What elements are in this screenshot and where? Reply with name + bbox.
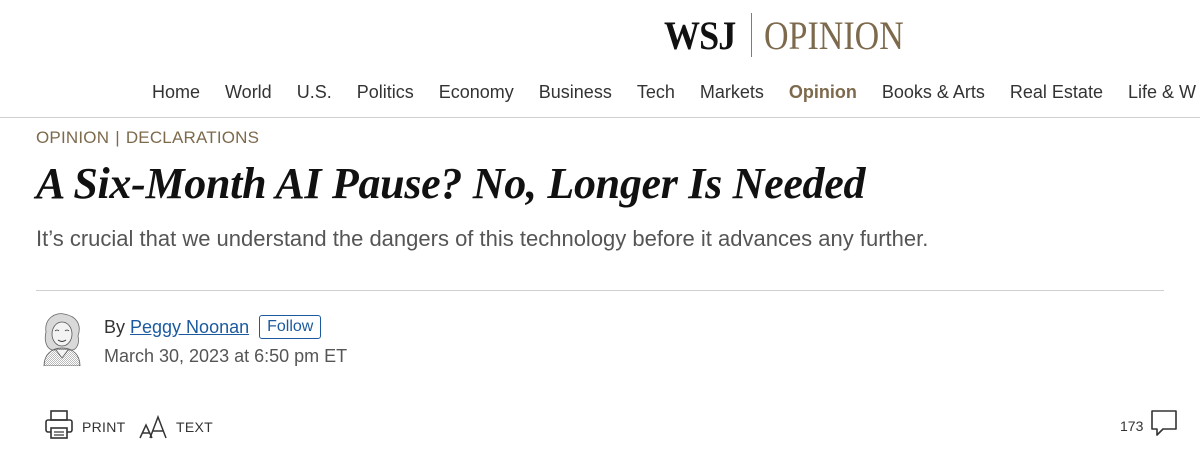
text-size-label: TEXT bbox=[176, 419, 213, 435]
follow-button[interactable]: Follow bbox=[259, 315, 322, 339]
nav-item-real-estate[interactable]: Real Estate bbox=[1010, 78, 1103, 106]
byline-divider bbox=[36, 290, 1164, 291]
print-label: PRINT bbox=[82, 419, 126, 435]
nav-item-tech[interactable]: Tech bbox=[637, 78, 675, 106]
print-button[interactable]: PRINT bbox=[44, 409, 126, 446]
nav-item-life-work[interactable]: Life & W bbox=[1128, 78, 1196, 106]
article-kicker: OPINION | DECLARATIONS bbox=[36, 128, 259, 148]
publish-date: March 30, 2023 at 6:50 pm ET bbox=[104, 346, 348, 366]
article-headline: A Six-Month AI Pause? No, Longer Is Need… bbox=[36, 159, 866, 208]
nav-divider bbox=[0, 117, 1200, 118]
comment-bubble-icon bbox=[1149, 408, 1179, 443]
author-link[interactable]: Peggy Noonan bbox=[130, 317, 249, 338]
nav-item-us[interactable]: U.S. bbox=[297, 78, 332, 106]
text-size-button[interactable]: TEXT bbox=[138, 410, 213, 444]
kicker-column-link[interactable]: DECLARATIONS bbox=[126, 128, 259, 147]
byline-prefix: By bbox=[104, 316, 126, 337]
wsj-logo[interactable]: WSJ bbox=[664, 12, 736, 59]
comments-button[interactable]: 173 bbox=[1120, 408, 1179, 443]
article-dek: It’s crucial that we understand the dang… bbox=[36, 226, 929, 251]
nav-item-books-arts[interactable]: Books & Arts bbox=[882, 78, 985, 106]
section-logo[interactable]: OPINION bbox=[764, 12, 904, 59]
comment-count: 173 bbox=[1120, 417, 1144, 434]
nav-item-economy[interactable]: Economy bbox=[439, 78, 514, 106]
text-size-icon bbox=[138, 413, 168, 441]
printer-icon bbox=[44, 409, 74, 446]
kicker-section-link[interactable]: OPINION bbox=[36, 128, 109, 147]
main-nav: Home World U.S. Politics Economy Busines… bbox=[152, 78, 1200, 106]
nav-item-home[interactable]: Home bbox=[152, 78, 200, 106]
nav-item-business[interactable]: Business bbox=[539, 78, 612, 106]
nav-item-world[interactable]: World bbox=[225, 78, 272, 106]
nav-item-markets[interactable]: Markets bbox=[700, 78, 764, 106]
nav-item-politics[interactable]: Politics bbox=[357, 78, 414, 106]
kicker-separator: | bbox=[115, 128, 120, 147]
masthead[interactable]: WSJ OPINION bbox=[664, 12, 929, 58]
byline: By Peggy Noonan Follow bbox=[104, 315, 322, 339]
nav-item-opinion[interactable]: Opinion bbox=[789, 78, 857, 106]
author-avatar[interactable] bbox=[36, 310, 88, 367]
masthead-divider bbox=[751, 13, 753, 57]
